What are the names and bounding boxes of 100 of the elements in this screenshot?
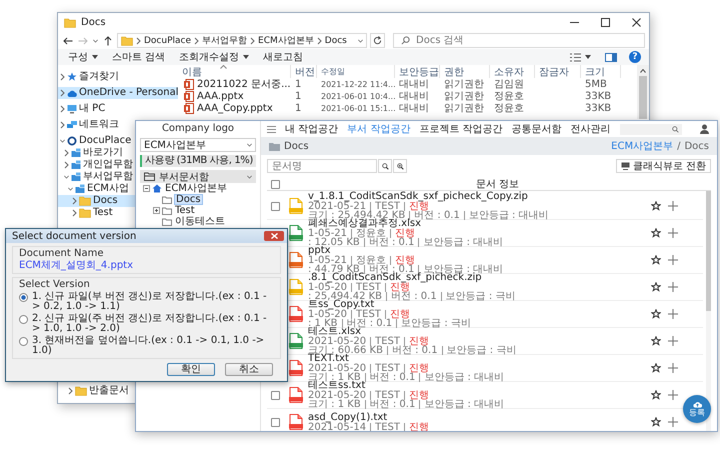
- column-header[interactable]: 이름: [178, 65, 291, 78]
- confirm-button[interactable]: 확인: [167, 363, 215, 376]
- add-button[interactable]: [667, 416, 679, 428]
- favorite-button[interactable]: [650, 389, 662, 401]
- up-button[interactable]: [102, 34, 114, 48]
- option-label[interactable]: 2. 신규 파일(주 버전 갱신)로 저장합니다.(ex : 0.1 -> 1.0, 1.0 -> 2.0): [32, 314, 274, 334]
- tree-item[interactable]: Docs: [174, 194, 203, 205]
- document-name[interactable]: asd_Copy(1).txt: [308, 412, 390, 422]
- add-button[interactable]: [667, 362, 679, 374]
- document-name[interactable]: 테스트ss.txt: [308, 381, 368, 391]
- favorite-button[interactable]: [650, 335, 662, 347]
- advanced-search-button[interactable]: [393, 159, 407, 173]
- tree-item[interactable]: ECM사업본부: [164, 183, 228, 194]
- column-header[interactable]: 버전: [291, 65, 317, 78]
- navigation-item[interactable]: Test: [58, 207, 135, 219]
- favorite-button[interactable]: [650, 308, 662, 320]
- upload-button[interactable]: 등록: [683, 395, 711, 423]
- select-all-checkbox[interactable]: [271, 180, 280, 188]
- row-checkbox[interactable]: [271, 418, 280, 426]
- column-header[interactable]: 수정일: [317, 65, 395, 78]
- menu-button[interactable]: [267, 126, 276, 132]
- scrollbar[interactable]: [706, 191, 711, 431]
- navigation-item[interactable]: 내 PC: [58, 103, 178, 115]
- address-bar[interactable]: DocuPlace 부서업무함 ECM사업본부 Docs: [117, 33, 367, 48]
- nav-tab[interactable]: 전사관리: [570, 122, 611, 136]
- nav-tab[interactable]: 내 작업공간: [285, 122, 338, 136]
- add-button[interactable]: [667, 227, 679, 239]
- column-header[interactable]: 보안등급: [395, 65, 440, 78]
- add-button[interactable]: [667, 254, 679, 266]
- search-field[interactable]: Docs 검색: [393, 33, 645, 48]
- row-checkbox[interactable]: [271, 390, 280, 400]
- nav-tab[interactable]: 프로젝트 작업공간: [419, 122, 503, 136]
- document-name[interactable]: 폐쇄스예상결과추정.xlsx: [308, 219, 424, 229]
- toolbar-button[interactable]: 스마트 검색: [110, 49, 168, 65]
- breadcrumb-item[interactable]: 부서업무함: [202, 34, 248, 47]
- navigation-item[interactable]: 반출문서: [58, 385, 135, 397]
- nav-tab[interactable]: 부서 작업공간: [347, 122, 410, 136]
- toolbar-button[interactable]: 새로고침: [261, 49, 306, 65]
- column-header[interactable]: 잠금자: [535, 65, 581, 78]
- navigation-item[interactable]: 즐겨찾기: [58, 71, 178, 83]
- document-name[interactable]: 테스트.xlsx: [308, 327, 364, 337]
- document-name[interactable]: .8.1_CoditScanSdk_sxf_picheck.zip: [308, 273, 484, 283]
- breadcrumb-item[interactable]: DocuPlace: [144, 36, 192, 46]
- favorite-button[interactable]: [650, 281, 662, 293]
- document-name[interactable]: TEXT.txt: [308, 354, 351, 364]
- file-name[interactable]: AAA.pptx: [197, 90, 244, 102]
- refresh-button[interactable]: [370, 33, 385, 48]
- breadcrumb-item[interactable]: ECM사업본부: [258, 34, 314, 47]
- navigation-item[interactable]: 바로가기: [58, 147, 135, 159]
- scrollbar[interactable]: [637, 65, 649, 119]
- option-label[interactable]: 3. 현재버전을 덮어씁니다.(ex : 0.1 -> 0.1, 1.0 -> 1.0): [32, 336, 274, 356]
- add-button[interactable]: [667, 281, 679, 293]
- classic-view-button[interactable]: 클래식뷰로 전환: [616, 159, 711, 173]
- option-label[interactable]: 1. 신규 파일(부 버전 갱신)로 저장합니다.(ex : 0.1 -> 0.2, 1.0 -> 1.1): [32, 292, 274, 312]
- add-button[interactable]: [667, 335, 679, 347]
- radio-button[interactable]: [19, 337, 28, 346]
- favorite-button[interactable]: [650, 254, 662, 266]
- user-icon[interactable]: [700, 124, 709, 134]
- document-name[interactable]: 트ss_Copy.txt: [308, 300, 376, 310]
- navigation-item[interactable]: 부서업무함: [58, 171, 135, 183]
- help-button[interactable]: ?: [629, 51, 641, 63]
- add-button[interactable]: [667, 389, 679, 401]
- column-header[interactable]: 소유자: [490, 65, 535, 78]
- column-header[interactable]: 크기: [581, 65, 621, 78]
- navigation-item[interactable]: 네트워크: [58, 119, 135, 131]
- close-icon: [632, 18, 640, 27]
- search-button[interactable]: [378, 159, 392, 173]
- favorite-button[interactable]: [650, 416, 662, 428]
- add-button[interactable]: [667, 308, 679, 320]
- navigation-item[interactable]: DocuPlace: [58, 135, 135, 147]
- radio-button[interactable]: [19, 293, 28, 302]
- document-name[interactable]: pptx: [308, 246, 333, 256]
- radio-button[interactable]: [19, 315, 28, 324]
- favorite-button[interactable]: [650, 227, 662, 239]
- nav-tab[interactable]: 공통문서함: [512, 122, 562, 136]
- department-dropdown[interactable]: ECM사업본부: [140, 138, 256, 152]
- search-field[interactable]: 문서명: [267, 159, 377, 173]
- toolbar-button[interactable]: 조회개수설정: [177, 49, 252, 65]
- file-name[interactable]: AAA_Copy.pptx: [197, 102, 273, 114]
- expand-icon[interactable]: [153, 207, 160, 214]
- close-button[interactable]: [264, 231, 284, 241]
- toolbar-button[interactable]: 구성: [66, 49, 100, 65]
- cancel-button[interactable]: 취소: [225, 363, 273, 376]
- tree-item[interactable]: 이동테스트: [174, 216, 226, 227]
- navigation-item[interactable]: 개인업무함: [58, 159, 135, 171]
- row-checkbox[interactable]: [271, 202, 280, 210]
- search-field[interactable]: [620, 124, 682, 134]
- favorite-button[interactable]: [650, 362, 662, 374]
- favorite-button[interactable]: [650, 200, 662, 212]
- collapse-icon[interactable]: [143, 185, 150, 192]
- file-name[interactable]: 20211022 문서중...: [197, 77, 291, 91]
- tree-item[interactable]: Test: [174, 205, 196, 216]
- navigation-item[interactable]: Docs: [58, 195, 135, 207]
- column-header[interactable]: 권한: [440, 65, 490, 78]
- document-name[interactable]: v_1.8.1_CoditScanSdk_sxf_picheck_Copy.zip: [308, 192, 530, 202]
- breadcrumb-item[interactable]: Docs: [324, 36, 347, 46]
- navigation-item[interactable]: OneDrive - Personal: [58, 87, 178, 99]
- section-header[interactable]: 부서문서함: [140, 170, 256, 183]
- add-button[interactable]: [667, 200, 679, 212]
- navigation-item[interactable]: ECM사업: [58, 183, 135, 195]
